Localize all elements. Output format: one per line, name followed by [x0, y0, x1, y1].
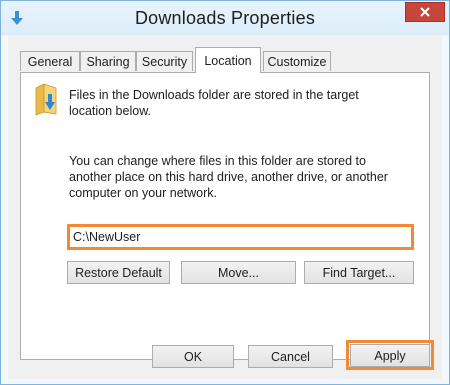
- downloads-folder-icon: [35, 83, 57, 116]
- tab-location[interactable]: Location: [195, 47, 261, 73]
- cancel-button[interactable]: Cancel: [248, 345, 333, 368]
- find-target-button[interactable]: Find Target...: [304, 261, 414, 284]
- close-x-icon: [420, 7, 430, 17]
- dialog-title: Downloads Properties: [134, 8, 316, 28]
- location-description: You can change where files in this folde…: [69, 154, 388, 200]
- restore-default-button[interactable]: Restore Default: [67, 261, 170, 284]
- apply-button[interactable]: Apply: [350, 344, 430, 367]
- target-path-highlight: [67, 224, 414, 250]
- dialog-client-area: General Sharing Security Location Custom…: [8, 35, 442, 379]
- apply-highlight: Apply: [346, 340, 434, 370]
- move-button[interactable]: Move...: [181, 261, 296, 284]
- tab-customize[interactable]: Customize: [263, 51, 331, 71]
- tab-security[interactable]: Security: [136, 51, 193, 71]
- properties-dialog: Downloads Properties General Sharing Sec…: [0, 0, 450, 385]
- tab-sharing[interactable]: Sharing: [80, 51, 136, 71]
- location-tab-panel: Files in the Downloads folder are stored…: [20, 72, 430, 360]
- ok-button[interactable]: OK: [152, 345, 234, 368]
- tab-general[interactable]: General: [20, 51, 80, 71]
- location-info-text: Files in the Downloads folder are stored…: [69, 88, 359, 118]
- title-bar[interactable]: Downloads Properties: [1, 1, 449, 35]
- target-path-input[interactable]: [73, 228, 408, 246]
- close-button[interactable]: [405, 2, 445, 22]
